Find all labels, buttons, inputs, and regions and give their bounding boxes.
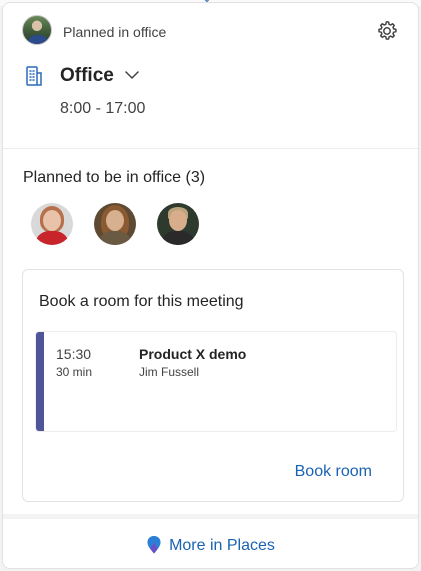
person-avatar[interactable] — [31, 203, 73, 245]
gear-icon[interactable] — [375, 19, 399, 43]
meeting-accent-bar — [36, 332, 44, 431]
more-in-places-link[interactable]: More in Places — [3, 519, 418, 568]
planned-heading: Planned to be in office (3) — [23, 169, 206, 186]
avatar — [22, 15, 52, 45]
chevron-down-icon[interactable] — [124, 69, 140, 81]
meeting-title: Product X demo — [139, 346, 247, 362]
book-room-card: Book a room for this meeting 15:30 30 mi… — [22, 269, 404, 502]
book-room-button[interactable]: Book room — [295, 463, 372, 481]
more-in-places-label: More in Places — [169, 536, 275, 554]
building-icon — [26, 66, 42, 86]
office-hours: 8:00 - 17:00 — [60, 100, 146, 117]
person-avatar[interactable] — [157, 203, 199, 245]
meeting-organizer: Jim Fussell — [139, 365, 200, 379]
meeting-duration: 30 min — [56, 365, 93, 379]
meeting-item[interactable]: 15:30 30 min Product X demo Jim Fussell — [35, 331, 397, 432]
location-name[interactable]: Office — [60, 65, 114, 87]
card-header: Planned in office — [3, 3, 418, 61]
places-icon — [147, 535, 161, 553]
work-status-text: Planned in office — [63, 24, 167, 40]
meeting-time: 15:30 — [56, 346, 92, 362]
book-room-heading: Book a room for this meeting — [39, 293, 244, 310]
divider — [3, 148, 418, 149]
places-card: Planned in office Office 8:00 - 17:00 Pl… — [2, 2, 419, 569]
person-avatar[interactable] — [94, 203, 136, 245]
